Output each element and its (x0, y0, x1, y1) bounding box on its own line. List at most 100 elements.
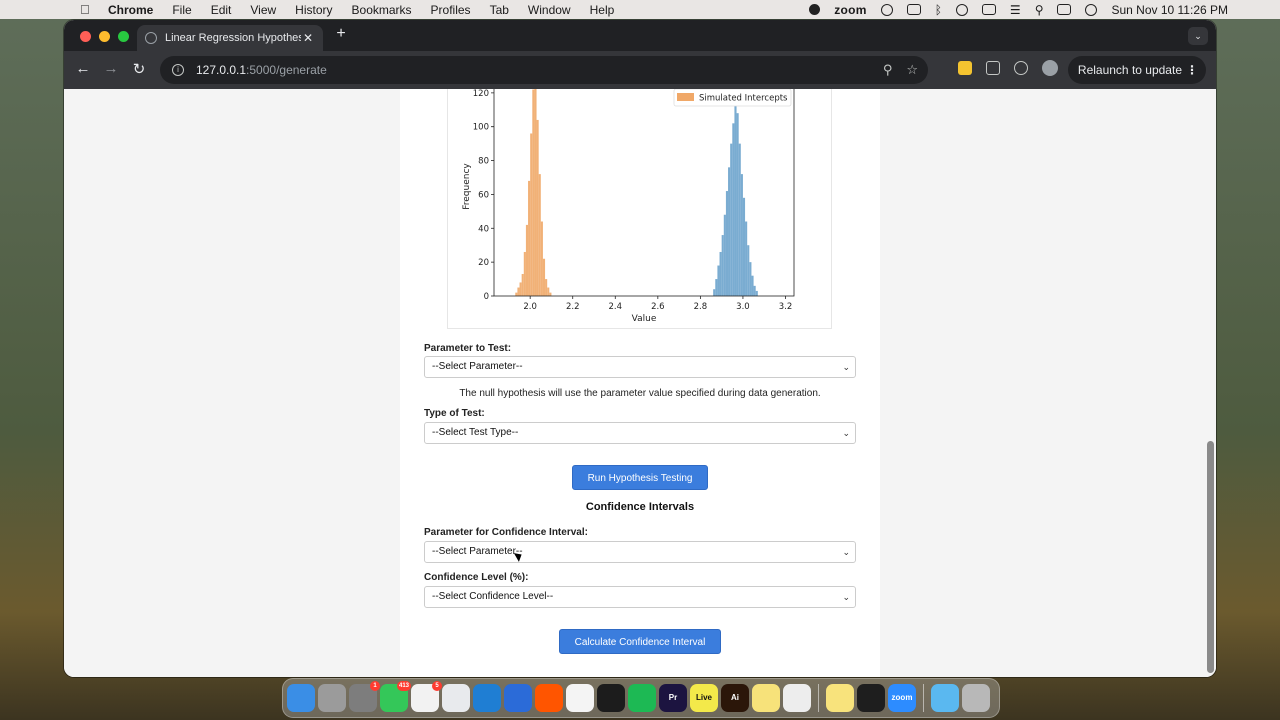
apple-icon[interactable]:  (80, 2, 94, 17)
messages-icon[interactable]: 413 (380, 681, 411, 712)
bookmark-star-icon[interactable]: ☆ (906, 62, 918, 78)
histogram-bar-series-1 (713, 289, 716, 296)
confidence-level-select[interactable]: --Select Confidence Level-- ⌄ (424, 586, 856, 608)
tab-search-chevron-icon[interactable]: ⌄ (1188, 27, 1208, 45)
fullscreen-window-button[interactable] (118, 31, 129, 42)
vscode-icon[interactable] (473, 684, 501, 712)
menu-app-name[interactable]: Chrome (108, 3, 153, 17)
dock-icon-label: Live (695, 693, 712, 702)
slack-icon[interactable] (566, 684, 594, 712)
tab-close-icon[interactable]: ✕ (301, 31, 315, 45)
site-info-icon[interactable]: i (172, 64, 184, 76)
audio-icon[interactable] (504, 684, 532, 712)
spotlight-search-icon[interactable]: ⚲ (1035, 3, 1044, 17)
display-icon[interactable] (906, 4, 921, 15)
null-hypothesis-note: The null hypothesis will use the paramet… (459, 388, 821, 399)
tab-linear-regression[interactable]: Linear Regression Hypothesis ✕ (137, 25, 323, 51)
relaunch-to-update-button[interactable]: Relaunch to update ⋮ (1067, 56, 1206, 84)
notes-icon[interactable] (826, 684, 854, 712)
mac-menubar:  Chrome File Edit View History Bookmark… (0, 0, 1280, 19)
y-tick-label: 80 (478, 157, 489, 167)
extension-gpt-icon[interactable] (1014, 61, 1028, 75)
legend-label: Simulated Intercepts (699, 94, 788, 104)
url-host: 127.0.0.1 (196, 63, 247, 77)
minimize-window-button[interactable] (99, 31, 110, 42)
mac-dock: 1 413 5 Pr Live Ai zoom (282, 678, 1000, 718)
x-tick-label: 3.2 (779, 302, 793, 312)
profile-avatar[interactable] (1042, 60, 1058, 76)
premiere-icon[interactable]: Pr (659, 684, 687, 712)
run-hypothesis-testing-button[interactable]: Run Hypothesis Testing (572, 465, 708, 490)
histogram-bar-series-1 (723, 214, 726, 296)
chrome-icon[interactable] (442, 684, 470, 712)
histogram-bar-series-1 (717, 265, 720, 296)
histogram-bar-series-1 (736, 113, 739, 297)
y-axis-label: Frequency (462, 163, 472, 210)
forward-arrow-icon[interactable]: → (100, 60, 122, 77)
y-tick-label: 40 (478, 224, 489, 234)
menu-file[interactable]: File (172, 3, 191, 17)
siri-icon[interactable] (1085, 3, 1098, 16)
address-bar[interactable]: i 127.0.0.1:5000/generate ⚲ ☆ (160, 56, 928, 84)
page-scrollbar[interactable] (1207, 441, 1214, 673)
zoom-magnifier-icon[interactable]: ⚲ (883, 62, 893, 78)
test-type-select-value: --Select Test Type-- (432, 427, 519, 438)
new-tab-button[interactable]: + (331, 25, 351, 43)
play-icon[interactable] (955, 3, 968, 16)
battery-icon[interactable] (981, 4, 996, 15)
back-arrow-icon[interactable]: ← (72, 60, 94, 77)
ableton-live-icon[interactable]: Live (690, 684, 718, 712)
browser-toolbar: ← → ↻ i 127.0.0.1:5000/generate ⚲ ☆ Rela… (64, 51, 1216, 89)
parameter-select[interactable]: --Select Parameter-- ⌄ (424, 356, 856, 378)
menubar-clock[interactable]: Sun Nov 10 11:26 PM (1111, 3, 1228, 17)
histogram-bar-series-1 (734, 99, 737, 297)
cursor-app-icon[interactable] (597, 684, 625, 712)
tab-strip: Linear Regression Hypothesis ✕ + ⌄ (64, 20, 1216, 51)
x-tick-label: 2.6 (651, 302, 665, 312)
menu-bookmarks[interactable]: Bookmarks (352, 3, 412, 17)
notification-badge: 413 (396, 681, 411, 691)
creative-cloud-icon[interactable] (880, 3, 893, 16)
reminders-icon[interactable]: 5 (411, 681, 442, 712)
x-tick-label: 3.0 (736, 302, 750, 312)
chevron-down-icon: ⌄ (842, 592, 850, 602)
menu-tab[interactable]: Tab (490, 3, 509, 17)
zoom-icon[interactable]: zoom (888, 684, 916, 712)
menu-profiles[interactable]: Profiles (431, 3, 471, 17)
bluetooth-icon[interactable]: ᛒ (935, 3, 942, 17)
dock-icon-label: Pr (668, 693, 678, 702)
menu-window[interactable]: Window (528, 3, 571, 17)
zoom-menubar-label[interactable]: zoom (834, 3, 867, 17)
more-menu-icon[interactable]: ⋮ (1186, 56, 1198, 84)
histogram-bar-series-0 (521, 273, 524, 296)
close-window-button[interactable] (80, 31, 91, 42)
test-type-select[interactable]: --Select Test Type-- ⌄ (424, 422, 856, 444)
reload-icon[interactable]: ↻ (128, 60, 150, 78)
extensions-puzzle-icon[interactable] (986, 61, 1000, 75)
launchpad-icon[interactable] (318, 684, 346, 712)
menu-history[interactable]: History (295, 3, 332, 17)
histogram-bar-series-1 (742, 197, 746, 296)
menu-view[interactable]: View (250, 3, 276, 17)
histogram-bar-series-0 (534, 89, 537, 296)
trash-icon[interactable] (962, 684, 990, 712)
soundcloud-icon[interactable] (535, 684, 563, 712)
activity-icon[interactable] (783, 684, 811, 712)
spotify-icon[interactable] (628, 684, 656, 712)
histogram-plot: 0 20 40 60 80 100 120 2.0 2.2 2.4 2.6 2.8 3.0 3.2 Valu… (447, 89, 832, 329)
system-settings-icon[interactable]: 1 (349, 681, 380, 712)
histogram-bar-series-0 (523, 251, 526, 296)
wifi-icon[interactable]: ☰ (1010, 3, 1021, 17)
control-center-icon[interactable] (1057, 4, 1072, 15)
menu-help[interactable]: Help (590, 3, 615, 17)
illustrator-icon[interactable]: Ai (721, 684, 749, 712)
menu-edit[interactable]: Edit (211, 3, 232, 17)
calculate-confidence-interval-button[interactable]: Calculate Confidence Interval (559, 629, 721, 654)
extension-yellow-icon[interactable] (958, 61, 972, 75)
record-icon[interactable] (809, 4, 821, 15)
folder-icon[interactable] (931, 684, 959, 712)
terminal-icon[interactable] (857, 684, 885, 712)
ci-parameter-select[interactable]: --Select Parameter-- ⌄ (424, 541, 856, 563)
finder-icon[interactable] (287, 684, 315, 712)
stickies-icon[interactable] (752, 684, 780, 712)
